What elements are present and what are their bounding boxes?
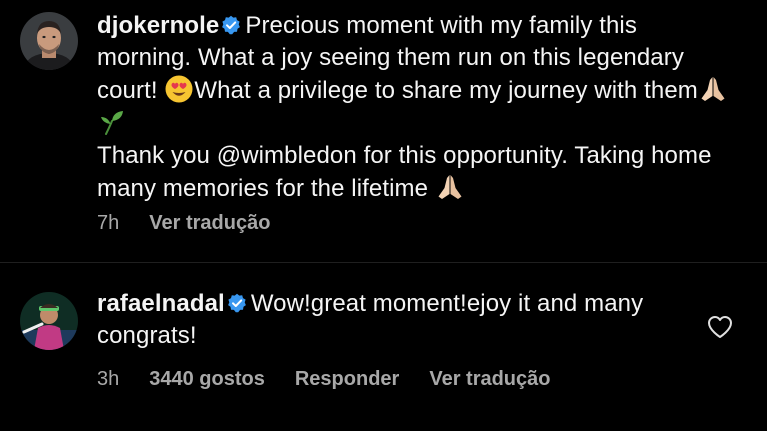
likes-count-button[interactable]: 3440 gostos [149,368,265,391]
timestamp: 3h [97,368,120,390]
translate-button[interactable]: Ver tradução [429,368,550,391]
timestamp: 7h [97,212,120,234]
avatar-rafaelnadal-image [20,292,78,350]
verified-badge-icon [227,293,246,313]
username[interactable]: djokernole [97,12,219,39]
comment-meta: 7h Ver tradução [97,212,270,235]
avatar[interactable] [20,292,78,350]
avatar-djokernole-image [20,12,78,70]
avatar[interactable] [20,12,78,70]
folded-hands-emoji-icon [701,77,725,101]
comment-text: rafaelnadal Wow!great moment!ejoy it and… [97,288,657,352]
heart-outline-icon[interactable] [707,315,733,339]
username[interactable]: rafaelnadal [97,290,225,317]
comment-meta: 3h 3440 gostos Responder Ver tradução [97,368,551,391]
seedling-emoji-icon [101,111,123,135]
comment-body-part-3: Thank you @wimbledon for this opportunit… [97,142,712,202]
comment-body-part-2: What a privilege to share my journey wit… [194,77,698,104]
verified-badge-icon [222,15,241,35]
reply-button[interactable]: Responder [295,368,399,391]
folded-hands-emoji-icon [438,175,462,199]
comment-djokernole: djokernole Precious moment with my famil… [0,0,767,262]
heart-eyes-emoji-icon [165,75,193,103]
translate-button[interactable]: Ver tradução [149,212,270,235]
comment-rafaelnadal: rafaelnadal Wow!great moment!ejoy it and… [0,262,767,431]
comment-text: djokernole Precious moment with my famil… [97,10,737,205]
